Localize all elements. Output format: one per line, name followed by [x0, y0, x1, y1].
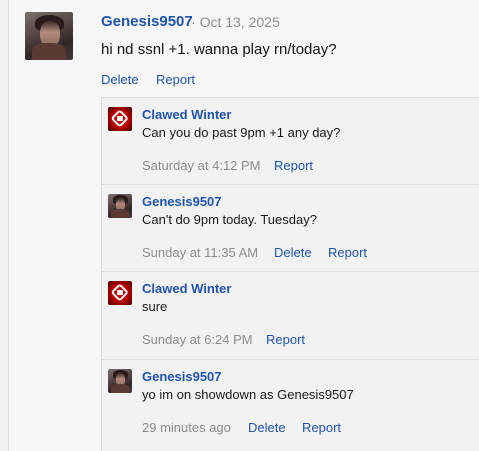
logo-center	[117, 289, 123, 296]
reply-text: Can't do 9pm today. Tuesday?	[142, 212, 317, 227]
avatar-body-shape	[31, 42, 67, 60]
post-report-link[interactable]: Report	[156, 72, 195, 87]
user-portrait-icon[interactable]	[108, 194, 132, 218]
reply-item: Clawed Winter Can you do past 9pm +1 any…	[102, 98, 479, 185]
falcon-logo-icon[interactable]	[108, 107, 132, 131]
reply-text: sure	[142, 299, 168, 314]
reply-time: Sunday at 6:24 PM	[142, 332, 253, 347]
left-rail	[0, 0, 9, 451]
reply-time: Sunday at 11:35 AM	[142, 245, 259, 260]
reply-author-link[interactable]: Clawed Winter	[142, 281, 231, 296]
reply-time: 29 minutes ago	[142, 420, 231, 435]
profile-post-page: Genesis9507 · Oct 13, 2025 hi nd ssnl +1…	[0, 0, 479, 451]
author-avatar[interactable]	[25, 12, 73, 60]
reply-author-link[interactable]: Genesis9507	[142, 369, 222, 384]
avatar-face-shape	[40, 20, 60, 46]
post-date-text: Oct 13, 2025	[199, 14, 280, 30]
replies-list: Clawed Winter Can you do past 9pm +1 any…	[101, 97, 479, 451]
reply-delete-link[interactable]: Delete	[274, 245, 312, 260]
user-portrait-icon[interactable]	[108, 369, 132, 393]
reply-item: Genesis9507 Can't do 9pm today. Tuesday?…	[102, 185, 479, 272]
reply-author-link[interactable]: Clawed Winter	[142, 107, 231, 122]
reply-report-link[interactable]: Report	[274, 158, 313, 173]
reply-author-link[interactable]: Genesis9507	[142, 194, 222, 209]
avatar-body-shape	[111, 384, 129, 393]
post-author-link[interactable]: Genesis9507	[101, 13, 193, 30]
post-delete-link[interactable]: Delete	[101, 72, 139, 87]
reply-delete-link[interactable]: Delete	[248, 420, 286, 435]
reply-report-link[interactable]: Report	[302, 420, 341, 435]
reply-item: Clawed Winter sure Sunday at 6:24 PM Rep…	[102, 272, 479, 360]
avatar-body-shape	[111, 209, 129, 218]
reply-report-link[interactable]: Report	[328, 245, 367, 260]
reply-text: Can you do past 9pm +1 any day?	[142, 125, 341, 140]
post-date: · Oct 13, 2025	[191, 14, 280, 30]
post-body: hi nd ssnl +1. wanna play rn/today?	[101, 41, 337, 58]
reply-item: Genesis9507 yo im on showdown as Genesis…	[102, 360, 479, 451]
reply-time: Saturday at 4:12 PM	[142, 158, 261, 173]
logo-center	[117, 115, 123, 122]
reply-text: yo im on showdown as Genesis9507	[142, 387, 354, 402]
reply-report-link[interactable]: Report	[266, 332, 305, 347]
falcon-logo-icon[interactable]	[108, 281, 132, 305]
